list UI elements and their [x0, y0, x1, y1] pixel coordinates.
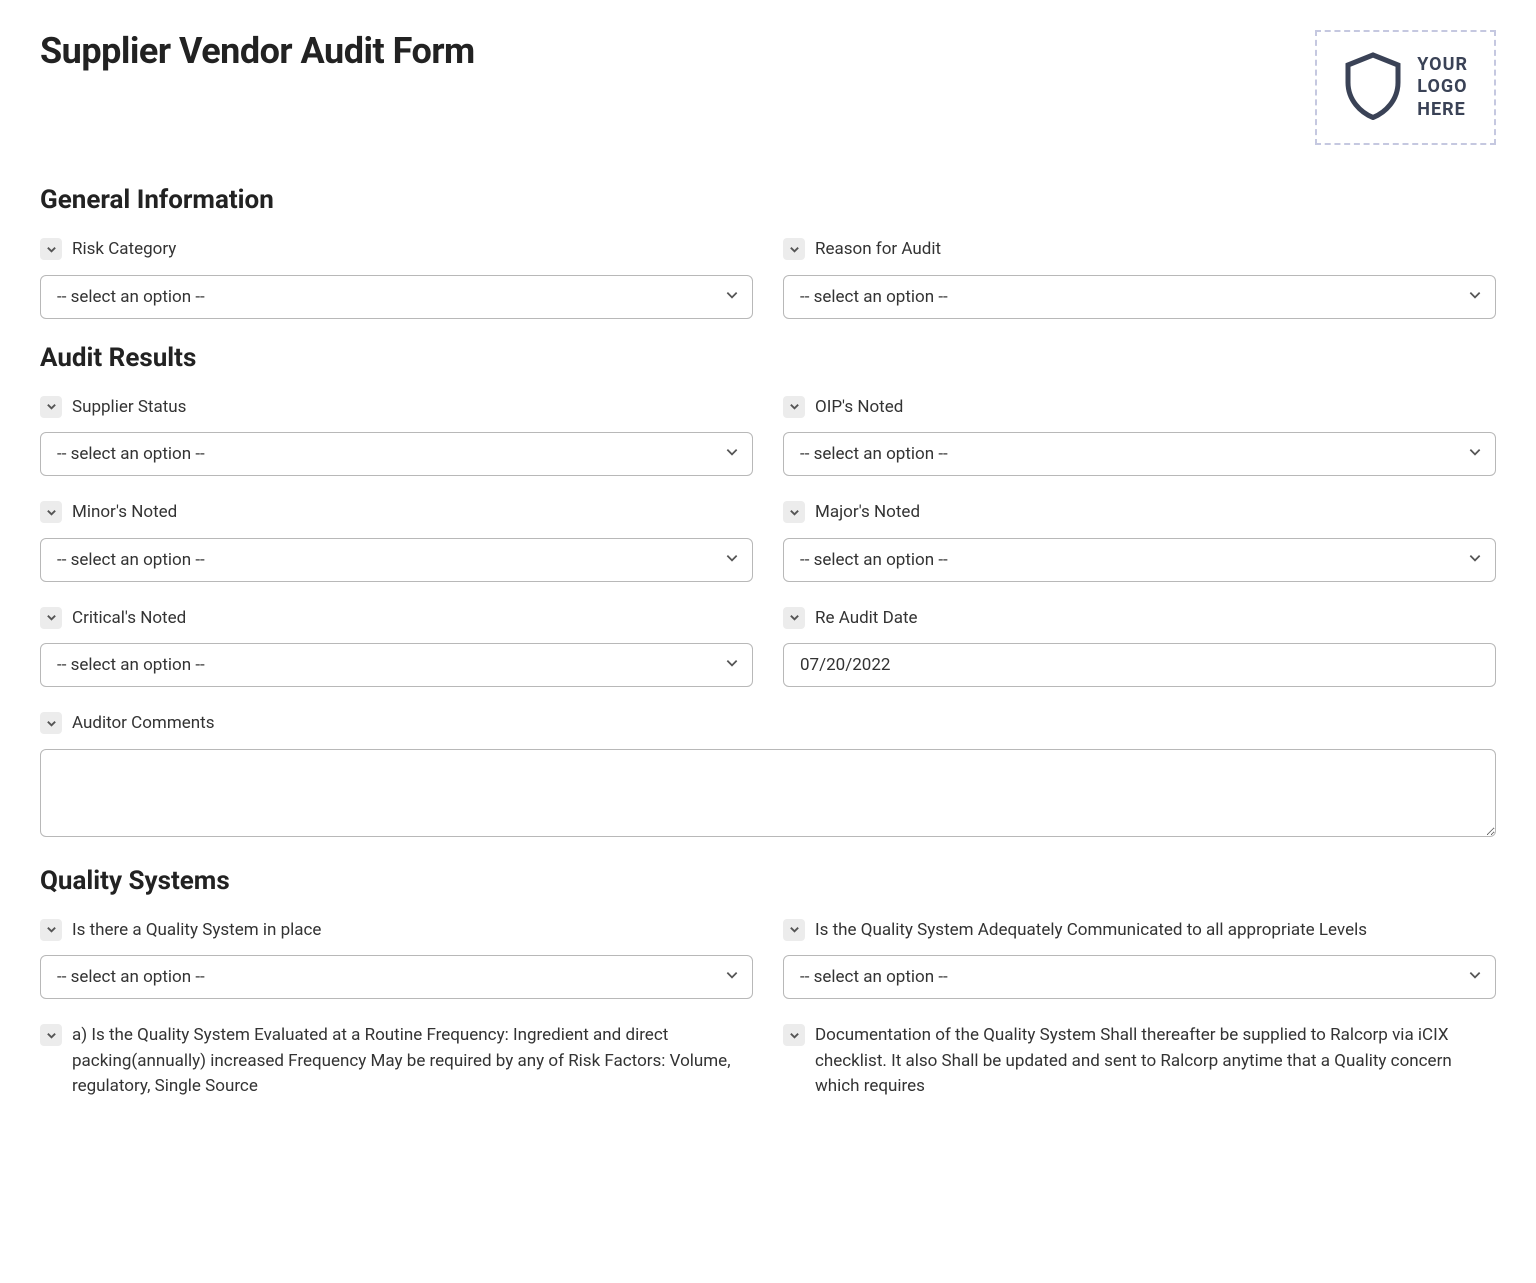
shield-icon: [1343, 50, 1403, 125]
collapse-toggle[interactable]: [40, 712, 62, 734]
select-qs-in-place[interactable]: [40, 955, 753, 999]
textarea-auditor-comments[interactable]: [40, 749, 1496, 837]
select-risk-category[interactable]: [40, 275, 753, 319]
collapse-toggle[interactable]: [40, 919, 62, 941]
logo-text-line3: HERE: [1417, 99, 1468, 122]
select-qs-communicated[interactable]: [783, 955, 1496, 999]
collapse-toggle[interactable]: [40, 396, 62, 418]
label-reason-for-audit: Reason for Audit: [815, 237, 941, 263]
label-oips-noted: OIP's Noted: [815, 395, 903, 421]
collapse-toggle[interactable]: [40, 238, 62, 260]
select-minors-noted[interactable]: [40, 538, 753, 582]
collapse-toggle[interactable]: [783, 501, 805, 523]
collapse-toggle[interactable]: [783, 238, 805, 260]
label-auditor-comments: Auditor Comments: [72, 711, 214, 737]
section-audit-results-heading: Audit Results: [40, 343, 1496, 373]
label-qs-communicated: Is the Quality System Adequately Communi…: [815, 918, 1367, 944]
label-re-audit-date: Re Audit Date: [815, 606, 918, 632]
select-reason-for-audit[interactable]: [783, 275, 1496, 319]
collapse-toggle[interactable]: [783, 1024, 805, 1046]
label-majors-noted: Major's Noted: [815, 500, 920, 526]
select-oips-noted[interactable]: [783, 432, 1496, 476]
select-majors-noted[interactable]: [783, 538, 1496, 582]
label-supplier-status: Supplier Status: [72, 395, 186, 421]
select-supplier-status[interactable]: [40, 432, 753, 476]
collapse-toggle[interactable]: [783, 396, 805, 418]
select-criticals-noted[interactable]: [40, 643, 753, 687]
label-qs-documentation: Documentation of the Quality System Shal…: [815, 1023, 1496, 1100]
section-quality-systems-heading: Quality Systems: [40, 866, 1496, 896]
input-re-audit-date[interactable]: [783, 643, 1496, 687]
label-qs-in-place: Is there a Quality System in place: [72, 918, 321, 944]
label-minors-noted: Minor's Noted: [72, 500, 177, 526]
collapse-toggle[interactable]: [40, 1024, 62, 1046]
section-general-heading: General Information: [40, 185, 1496, 215]
label-criticals-noted: Critical's Noted: [72, 606, 186, 632]
label-risk-category: Risk Category: [72, 237, 176, 263]
page-title: Supplier Vendor Audit Form: [40, 30, 475, 72]
logo-text-line2: LOGO: [1417, 76, 1468, 99]
logo-placeholder: YOUR LOGO HERE: [1315, 30, 1496, 145]
logo-text-line1: YOUR: [1417, 54, 1468, 77]
collapse-toggle[interactable]: [783, 607, 805, 629]
label-qs-evaluated: a) Is the Quality System Evaluated at a …: [72, 1023, 753, 1100]
collapse-toggle[interactable]: [783, 919, 805, 941]
collapse-toggle[interactable]: [40, 501, 62, 523]
collapse-toggle[interactable]: [40, 607, 62, 629]
